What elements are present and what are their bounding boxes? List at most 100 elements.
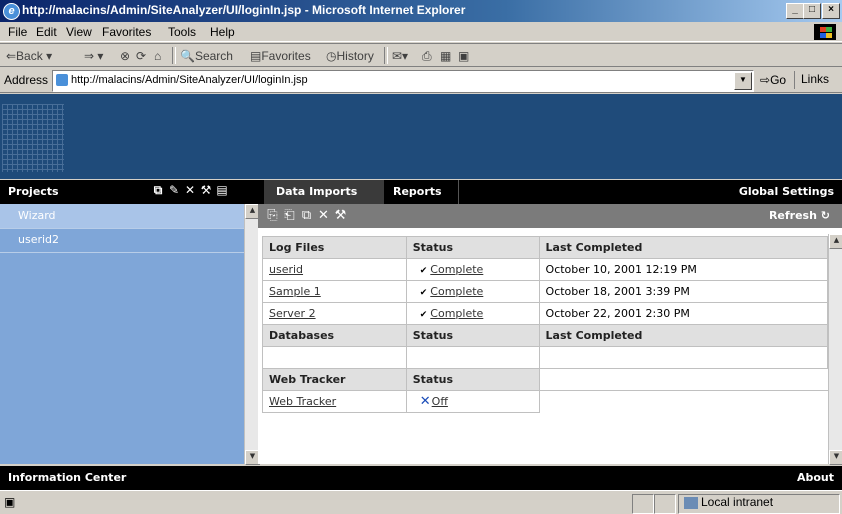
information-center-link[interactable]: Information Center bbox=[8, 471, 126, 484]
column-header: Status bbox=[405, 368, 540, 391]
favorites-icon: ▤ bbox=[250, 49, 262, 63]
status-link[interactable]: Off bbox=[432, 395, 448, 408]
status-link[interactable]: Complete bbox=[430, 263, 483, 276]
edit-project-icon[interactable]: ✎ bbox=[166, 183, 182, 197]
delete-project-icon[interactable]: ✕ bbox=[182, 183, 198, 197]
print-icon[interactable]: ⎙ bbox=[422, 49, 432, 64]
check-icon: ✔ bbox=[419, 310, 428, 320]
stop-icon[interactable]: ⊗ bbox=[120, 49, 130, 63]
zone-indicator: Local intranet bbox=[684, 495, 773, 509]
tab-data-imports-label: Data Imports bbox=[276, 185, 358, 198]
menu-favorites[interactable]: Favorites bbox=[102, 25, 151, 39]
content-scrollbar[interactable]: ▲ ▼ bbox=[828, 234, 842, 465]
back-button[interactable]: ⇐Back ▾ bbox=[6, 49, 52, 63]
zone-label: Local intranet bbox=[701, 495, 774, 509]
check-icon: ✔ bbox=[419, 288, 428, 298]
home-icon[interactable]: ⌂ bbox=[154, 49, 161, 63]
project-label: Wizard bbox=[18, 209, 56, 222]
browser-toolbar: ⇐Back ▾ ⇒ ▾ ⊗ ⟳ ⌂ 🔍Search ▤Favorites ◷Hi… bbox=[0, 43, 842, 67]
minimize-button[interactable]: _ bbox=[786, 3, 804, 19]
new-project-icon[interactable]: ⧉ bbox=[150, 183, 166, 198]
table-row: Server 2 ✔ Complete October 22, 2001 2:30… bbox=[262, 302, 829, 325]
column-header: Log Files bbox=[262, 236, 407, 259]
maximize-button[interactable]: □ bbox=[803, 3, 821, 19]
menu-bar: File Edit View Favorites Tools Help bbox=[0, 22, 842, 42]
history-icon: ◷ bbox=[326, 49, 337, 63]
log-file-link[interactable]: Server 2 bbox=[269, 307, 316, 320]
forward-button[interactable]: ⇒ ▾ bbox=[84, 49, 103, 63]
menu-file[interactable]: File bbox=[8, 25, 27, 39]
window-title: http://malacins/Admin/SiteAnalyzer/UI/lo… bbox=[22, 3, 466, 17]
menu-tools[interactable]: Tools bbox=[168, 25, 196, 39]
status-pane bbox=[632, 494, 654, 514]
menu-help[interactable]: Help bbox=[210, 25, 235, 39]
status-pane bbox=[654, 494, 676, 514]
project-item-wizard[interactable]: Wizard bbox=[0, 204, 244, 229]
import-out-icon[interactable]: ⎗ bbox=[281, 208, 298, 223]
address-dropdown-icon[interactable]: ▼ bbox=[734, 72, 752, 90]
tab-data-imports[interactable]: Data Imports bbox=[264, 180, 384, 204]
search-label: Search bbox=[194, 49, 233, 63]
off-x-icon: ✕ bbox=[419, 394, 431, 409]
go-label: Go bbox=[770, 73, 787, 87]
copy-icon[interactable]: ⧉ bbox=[298, 208, 315, 223]
address-url[interactable]: http://malacins/Admin/SiteAnalyzer/UI/lo… bbox=[71, 74, 308, 86]
column-header: Last Completed bbox=[538, 324, 829, 347]
status-bar: ▣ Local intranet bbox=[0, 490, 842, 514]
links-button[interactable]: Links bbox=[794, 71, 829, 89]
delete-icon[interactable]: ✕ bbox=[315, 208, 332, 223]
column-header: Status bbox=[405, 236, 540, 259]
favorites-button[interactable]: ▤Favorites bbox=[250, 49, 311, 63]
tab-reports[interactable]: Reports bbox=[393, 185, 442, 198]
log-file-link[interactable]: Sample 1 bbox=[269, 285, 321, 298]
table-row: Sample 1 ✔ Complete October 18, 2001 3:39… bbox=[262, 280, 829, 303]
project-item-userid2[interactable]: userid2 bbox=[0, 228, 244, 253]
go-button[interactable]: ⇨Go bbox=[760, 73, 786, 87]
windows-logo-icon bbox=[814, 24, 836, 40]
history-label: History bbox=[336, 49, 374, 63]
refresh-label: Refresh bbox=[768, 209, 817, 222]
about-link[interactable]: About bbox=[797, 471, 834, 484]
status-page-icon: ▣ bbox=[4, 495, 16, 509]
refresh-icon[interactable]: ⟳ bbox=[136, 49, 146, 63]
menu-view[interactable]: View bbox=[66, 25, 92, 39]
history-button[interactable]: ◷History bbox=[326, 49, 374, 63]
tools-icon[interactable]: ⚒ bbox=[332, 208, 349, 223]
status-link[interactable]: Complete bbox=[430, 307, 483, 320]
toolbar-separator bbox=[172, 47, 176, 64]
table-row-empty bbox=[262, 346, 829, 369]
global-settings-link[interactable]: Global Settings bbox=[739, 185, 834, 198]
menu-edit[interactable]: Edit bbox=[36, 25, 57, 39]
refresh-button[interactable]: Refresh ↻ bbox=[769, 209, 830, 222]
status-link[interactable]: Complete bbox=[430, 285, 483, 298]
imports-toolbar: ⎘ ⎗ ⧉ ✕ ⚒ Refresh ↻ bbox=[258, 204, 842, 228]
page-icon bbox=[56, 74, 68, 86]
projects-scrollbar[interactable]: ▲ ▼ bbox=[244, 204, 260, 465]
scroll-up-icon[interactable]: ▲ bbox=[829, 234, 842, 249]
column-header: Web Tracker bbox=[262, 368, 407, 391]
projects-pane: Wizard userid2 ▲ ▼ bbox=[0, 204, 260, 465]
mail-icon[interactable]: ✉▾ bbox=[392, 49, 408, 63]
imports-table: Log Files Status Last Completed userid ✔… bbox=[262, 236, 829, 413]
web-tracker-link[interactable]: Web Tracker bbox=[269, 395, 336, 408]
data-imports-pane: ⎘ ⎗ ⧉ ✕ ⚒ Refresh ↻ Log Files Status Last Co… bbox=[258, 204, 842, 465]
table-header-row: Databases Status Last Completed bbox=[262, 324, 829, 347]
import-in-icon[interactable]: ⎘ bbox=[264, 208, 281, 223]
edit-icon[interactable]: ▦ bbox=[440, 49, 451, 63]
last-completed: October 10, 2001 12:19 PM bbox=[538, 258, 829, 281]
scroll-down-icon[interactable]: ▼ bbox=[829, 450, 842, 465]
table-header-row: Web Tracker Status bbox=[262, 368, 828, 391]
collapse-pane-icon[interactable]: ▤ bbox=[214, 183, 230, 197]
projects-heading: Projects bbox=[8, 185, 59, 198]
refresh-icon: ↻ bbox=[820, 209, 830, 222]
log-file-link[interactable]: userid bbox=[269, 263, 303, 276]
project-label: userid2 bbox=[18, 233, 60, 246]
discuss-icon[interactable]: ▣ bbox=[458, 49, 469, 63]
tab-divider bbox=[458, 180, 459, 204]
project-toolbar: ⧉ ✎ ✕ ⚒ ▤ bbox=[150, 183, 230, 198]
address-input[interactable]: http://malacins/Admin/SiteAnalyzer/UI/lo… bbox=[52, 70, 754, 92]
address-bar: Address http://malacins/Admin/SiteAnalyz… bbox=[0, 68, 842, 93]
tools-project-icon[interactable]: ⚒ bbox=[198, 183, 214, 197]
close-button[interactable]: × bbox=[822, 3, 840, 19]
search-button[interactable]: 🔍Search bbox=[180, 49, 233, 63]
